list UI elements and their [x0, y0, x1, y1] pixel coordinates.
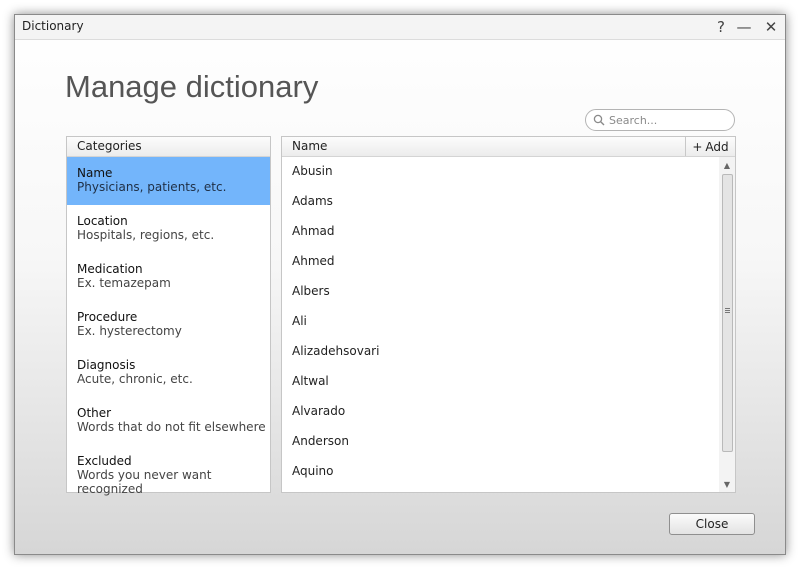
window-title: Dictionary [22, 19, 84, 33]
category-subtitle: Ex. temazepam [77, 276, 171, 290]
add-label: Add [705, 139, 729, 154]
scroll-down-arrow-icon[interactable]: ▼ [719, 476, 735, 492]
name-list-item[interactable]: Aquino [282, 457, 719, 487]
category-item-excluded[interactable]: Excluded Words you never want recognized [67, 445, 270, 496]
category-item-diagnosis[interactable]: Diagnosis Acute, chronic, etc. [67, 349, 270, 397]
search-icon [593, 114, 605, 126]
category-item-medication[interactable]: Medication Ex. temazepam [67, 253, 270, 301]
category-title: Medication [77, 262, 143, 276]
grip-icon [725, 308, 730, 313]
category-subtitle: Physicians, patients, etc. [77, 180, 227, 194]
categories-panel: Categories Name Physicians, patients, etc… [66, 136, 271, 496]
name-list-item[interactable]: Ali [282, 307, 719, 337]
category-item-name[interactable]: Name Physicians, patients, etc. [67, 157, 270, 205]
name-list-item[interactable]: Adams [282, 187, 719, 217]
category-title: Excluded [77, 454, 132, 468]
category-title: Other [77, 406, 112, 420]
category-title: Name [77, 166, 113, 180]
category-subtitle: Words you never want recognized [77, 468, 212, 496]
category-title: Diagnosis [77, 358, 136, 372]
search-input[interactable] [609, 112, 729, 128]
name-list-item[interactable]: Alvarado [282, 397, 719, 427]
name-list-item[interactable]: Ahmed [282, 247, 719, 277]
categories-header-label: Categories [77, 139, 142, 153]
name-list-item[interactable]: Anderson [282, 427, 719, 457]
categories-list: Name Physicians, patients, etc. Location Ho… [67, 157, 270, 496]
dictionary-window: Dictionary ? — ✕ Manage dictionary Categ… [14, 14, 786, 555]
category-subtitle: Acute, chronic, etc. [77, 372, 193, 386]
category-title: Procedure [77, 310, 138, 324]
category-item-other[interactable]: Other Words that do not fit elsewhere [67, 397, 270, 445]
names-scrollbar[interactable]: ▲ ▼ [719, 157, 735, 492]
plus-icon: + [692, 139, 703, 154]
category-title: Location [77, 214, 128, 228]
title-bar[interactable]: Dictionary ? — ✕ [15, 15, 785, 40]
name-list-item[interactable]: Albers [282, 277, 719, 307]
scrollbar-thumb[interactable] [722, 174, 733, 452]
close-button[interactable]: Close [669, 513, 755, 535]
category-item-location[interactable]: Location Hospitals, regions, etc. [67, 205, 270, 253]
search-box[interactable] [585, 109, 735, 131]
name-list-item[interactable]: Abusin [282, 157, 719, 187]
page-title: Manage dictionary [65, 69, 319, 104]
name-list-item[interactable]: Ahmad [282, 217, 719, 247]
category-subtitle: Ex. hysterectomy [77, 324, 182, 338]
names-list: Abusin Adams Ahmad Ahmed Albers Ali Alizadehso… [282, 157, 719, 492]
category-subtitle: Hospitals, regions, etc. [77, 228, 215, 242]
names-header: Name + Add [282, 137, 735, 157]
name-list-item[interactable]: Alizadehsovari [282, 337, 719, 367]
scroll-up-arrow-icon[interactable]: ▲ [719, 157, 735, 173]
category-subtitle: Words that do not fit elsewhere [77, 420, 266, 434]
name-list-item[interactable]: Altwal [282, 367, 719, 397]
names-column-header[interactable]: Name [292, 139, 327, 153]
names-panel: Name + Add Abusin Adams Ahmad Ahmed Albers Al… [281, 136, 736, 493]
help-button[interactable]: ? [710, 16, 732, 38]
categories-header: Categories [67, 137, 270, 157]
category-item-procedure[interactable]: Procedure Ex. hysterectomy [67, 301, 270, 349]
window-close-button[interactable]: ✕ [760, 16, 782, 38]
minimize-button[interactable]: — [733, 16, 755, 38]
add-button[interactable]: + Add [685, 137, 735, 156]
